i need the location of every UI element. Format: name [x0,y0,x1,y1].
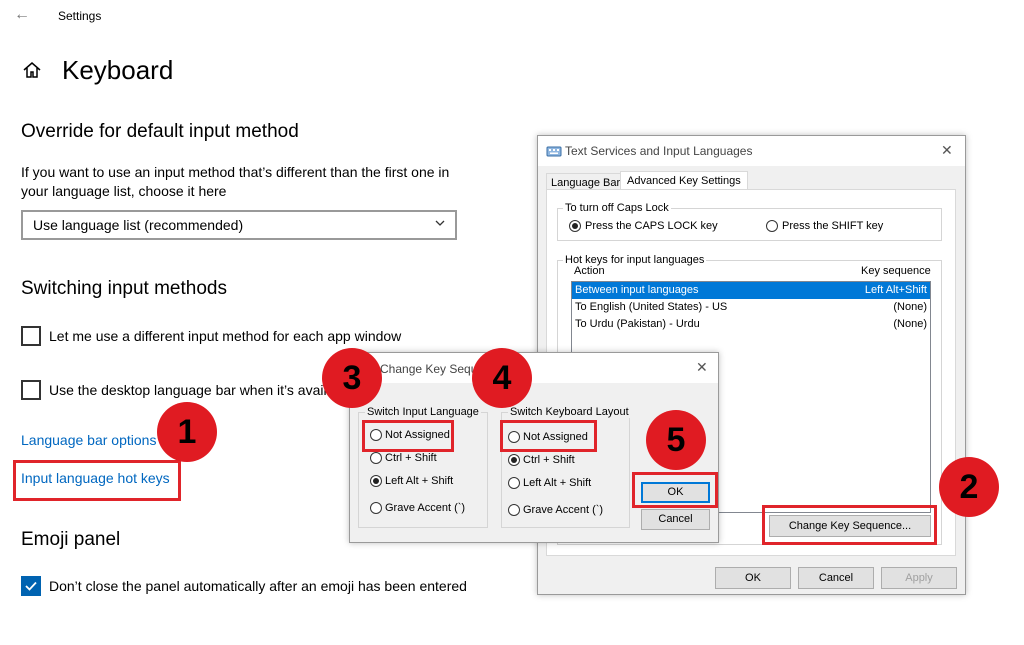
table-row[interactable]: Between input languages Left Alt+Shift [572,282,930,299]
tab-advanced-key-settings[interactable]: Advanced Key Settings [620,171,748,191]
step-badge-1: 1 [157,402,217,462]
radio-layout-left-alt-shift-label: Left Alt + Shift [523,477,592,489]
radio-layout-grave-accent[interactable] [508,504,520,516]
annotation-box-4 [500,420,597,452]
radio-layout-left-alt-shift[interactable] [508,477,520,489]
keyboard-icon [546,146,562,157]
switch-input-language-label: Switch Input Language [365,406,481,418]
checkbox-emoji-panel[interactable] [21,576,41,596]
radio-shift-key-label: Press the SHIFT key [782,220,884,232]
radio-layout-grave-accent-label: Grave Accent (`) [523,504,604,516]
checkbox-desktop-language-bar[interactable] [21,380,41,400]
checkmark-icon [25,581,37,591]
window-title: Settings [58,9,102,23]
table-row[interactable]: To Urdu (Pakistan) - Urdu (None) [572,316,930,333]
radio-layout-ctrl-shift[interactable] [508,454,520,466]
step-badge-3: 3 [322,348,382,408]
tsil-ok-button[interactable]: OK [715,567,791,589]
step-badge-4: 4 [472,348,532,408]
step-badge-2: 2 [939,457,999,517]
chevron-down-icon [435,220,445,226]
home-icon [23,62,41,78]
close-icon[interactable]: ✕ [941,142,953,159]
input-language-hotkeys-link[interactable]: Input language hot keys [21,470,170,486]
dropdown-value: Use language list (recommended) [33,217,244,233]
change-key-sequence-button[interactable]: Change Key Sequence... [769,515,931,537]
checkbox-desktop-language-bar-label: Use the desktop language bar when it’s a… [49,382,329,398]
radio-caps-lock-key-label: Press the CAPS LOCK key [585,220,718,232]
annotation-box-3 [362,420,454,452]
checkbox-per-app-input[interactable] [21,326,41,346]
cks-title: Change Key Seque [380,362,485,376]
back-arrow-icon[interactable]: ← [14,6,30,24]
column-key-sequence-header: Key sequence [861,265,931,277]
radio-input-grave-accent[interactable] [370,502,382,514]
radio-input-ctrl-shift[interactable] [370,452,382,464]
checkbox-per-app-input-label: Let me use a different input method for … [49,328,402,344]
annotation-box-5 [632,472,718,508]
input-method-dropdown[interactable]: Use language list (recommended) [21,210,457,240]
page-title: Keyboard [62,55,174,85]
radio-caps-lock-key[interactable] [569,220,581,232]
override-description: If you want to use an input method that’… [21,164,450,199]
radio-input-left-alt-shift[interactable] [370,475,382,487]
checkbox-emoji-panel-label: Don’t close the panel automatically afte… [49,578,467,594]
radio-shift-key[interactable] [766,220,778,232]
tsil-cancel-button[interactable]: Cancel [798,567,874,589]
cks-titlebar: Change Key Seque ✕ [350,353,718,383]
tsil-apply-button[interactable]: Apply [881,567,957,589]
table-row[interactable]: To English (United States) - US (None) [572,299,930,316]
caps-lock-group-label: To turn off Caps Lock [563,202,671,214]
tsil-title: Text Services and Input Languages [565,144,753,158]
radio-input-ctrl-shift-label: Ctrl + Shift [385,452,437,464]
switching-heading: Switching input methods [21,278,227,299]
tsil-titlebar: Text Services and Input Languages ✕ [538,136,965,166]
step-badge-5: 5 [646,410,706,470]
close-icon[interactable]: ✕ [696,359,708,376]
override-heading: Override for default input method [21,121,299,142]
radio-layout-ctrl-shift-label: Ctrl + Shift [523,454,575,466]
switch-keyboard-layout-label: Switch Keyboard Layout [508,406,631,418]
language-bar-options-link[interactable]: Language bar options [21,432,156,448]
radio-input-grave-accent-label: Grave Accent (`) [385,502,466,514]
cks-cancel-button[interactable]: Cancel [641,509,710,530]
column-action-header: Action [574,265,605,277]
radio-input-left-alt-shift-label: Left Alt + Shift [385,475,454,487]
emoji-heading: Emoji panel [21,529,121,550]
